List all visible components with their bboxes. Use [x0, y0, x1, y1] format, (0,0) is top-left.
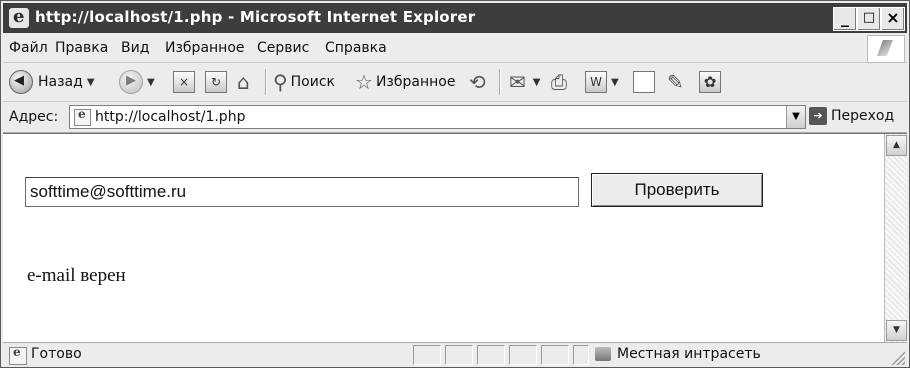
intranet-zone-icon	[595, 347, 611, 361]
back-dropdown-icon[interactable]: ▼	[87, 77, 95, 88]
word-edit-icon: W	[585, 71, 607, 93]
favorites-label: Избранное	[375, 74, 456, 90]
stop-icon: ×	[173, 71, 195, 93]
favorites-button[interactable]: ☆ Избранное	[355, 70, 455, 94]
windows-logo-icon	[867, 35, 905, 63]
discuss-button[interactable]	[633, 70, 655, 94]
research-button[interactable]: ✿	[699, 70, 721, 94]
page-content: softtime@softtime.ru Проверить e-mail ве…	[3, 133, 907, 342]
check-button[interactable]: Проверить	[591, 173, 763, 207]
history-icon: ⟲	[469, 70, 486, 94]
go-arrow-icon: ➔	[809, 107, 827, 125]
stop-button[interactable]: ×	[173, 70, 195, 94]
back-label: Назад	[38, 74, 83, 90]
forward-dropdown-icon[interactable]: ▼	[147, 77, 155, 88]
title-bar: http://localhost/1.php - Microsoft Inter…	[3, 3, 907, 33]
menu-edit[interactable]: Правка	[55, 40, 108, 56]
menu-favorites[interactable]: Избранное	[165, 40, 245, 56]
menu-help[interactable]: Справка	[325, 40, 387, 56]
forward-arrow-icon	[119, 70, 143, 94]
messenger-button[interactable]: ✎	[667, 70, 687, 94]
search-label: Поиск	[290, 74, 336, 90]
back-button[interactable]: Назад ▼	[9, 70, 95, 94]
address-bar: Адрес: http://localhost/1.php ▼ ➔ Перехо…	[3, 102, 907, 133]
security-zone: Местная интрасеть	[595, 345, 761, 363]
status-pane	[573, 345, 589, 365]
refresh-icon: ↻	[205, 71, 227, 93]
edit-dropdown-icon[interactable]: ▼	[611, 77, 619, 88]
status-pane	[445, 345, 473, 365]
back-arrow-icon	[9, 70, 33, 94]
go-label: Переход	[831, 108, 895, 124]
close-button[interactable]: ×	[881, 7, 905, 31]
toolbar-separator	[265, 69, 267, 95]
page-icon	[74, 107, 91, 126]
home-icon: ⌂	[237, 70, 250, 94]
status-pane	[509, 345, 537, 365]
window-title: http://localhost/1.php - Microsoft Inter…	[35, 8, 476, 26]
standard-toolbar: Назад ▼ ▼ × ↻ ⌂ ⚲ Поиск ☆ Избранное ⟲	[3, 63, 907, 102]
address-dropdown-icon[interactable]: ▼	[786, 106, 805, 128]
menu-view[interactable]: Вид	[121, 40, 149, 56]
vertical-scrollbar[interactable]: ▲ ▼	[884, 134, 907, 342]
edit-button[interactable]: W ▼	[585, 70, 619, 94]
search-icon: ⚲	[273, 70, 288, 94]
menu-tools[interactable]: Сервис	[257, 40, 309, 56]
mail-icon: ✉	[509, 70, 526, 94]
scroll-down-icon[interactable]: ▼	[886, 320, 907, 341]
status-page-icon	[9, 345, 27, 365]
minimize-button[interactable]: _	[833, 7, 857, 31]
status-bar: Готово Местная интрасеть	[3, 342, 907, 367]
menu-bar: Файл Правка Вид Избранное Сервис Справка	[3, 34, 907, 63]
scroll-up-icon[interactable]: ▲	[886, 135, 907, 156]
mail-button[interactable]: ✉ ▼	[509, 70, 540, 94]
address-field[interactable]: http://localhost/1.php ▼	[69, 105, 806, 129]
status-text: Готово	[31, 346, 82, 362]
flower-icon: ✿	[699, 71, 721, 93]
go-button[interactable]: ➔ Переход	[809, 107, 894, 125]
ie-logo-icon	[9, 6, 29, 28]
home-button[interactable]: ⌂	[237, 70, 253, 94]
toolbar-separator	[499, 69, 501, 95]
browser-window: http://localhost/1.php - Microsoft Inter…	[0, 0, 910, 368]
printer-icon: ⎙	[551, 70, 567, 94]
maximize-button[interactable]: □	[857, 7, 881, 31]
address-url[interactable]: http://localhost/1.php	[95, 109, 245, 125]
star-icon: ☆	[355, 70, 373, 94]
print-button[interactable]: ⎙	[551, 70, 570, 94]
zone-label: Местная интрасеть	[617, 346, 761, 362]
blank-page-icon	[633, 71, 655, 93]
status-pane	[413, 345, 441, 365]
status-pane	[541, 345, 569, 365]
menu-file[interactable]: Файл	[9, 40, 48, 56]
messenger-icon: ✎	[667, 70, 684, 94]
mail-dropdown-icon[interactable]: ▼	[533, 77, 541, 88]
address-label: Адрес:	[9, 109, 59, 125]
history-button[interactable]: ⟲	[469, 70, 489, 94]
search-button[interactable]: ⚲ Поиск	[273, 70, 335, 94]
result-message: e-mail верен	[27, 265, 126, 286]
status-pane	[477, 345, 505, 365]
refresh-button[interactable]: ↻	[205, 70, 227, 94]
resize-grip-icon[interactable]	[891, 351, 905, 365]
email-input[interactable]: softtime@softtime.ru	[25, 177, 579, 207]
forward-button[interactable]: ▼	[119, 70, 155, 94]
